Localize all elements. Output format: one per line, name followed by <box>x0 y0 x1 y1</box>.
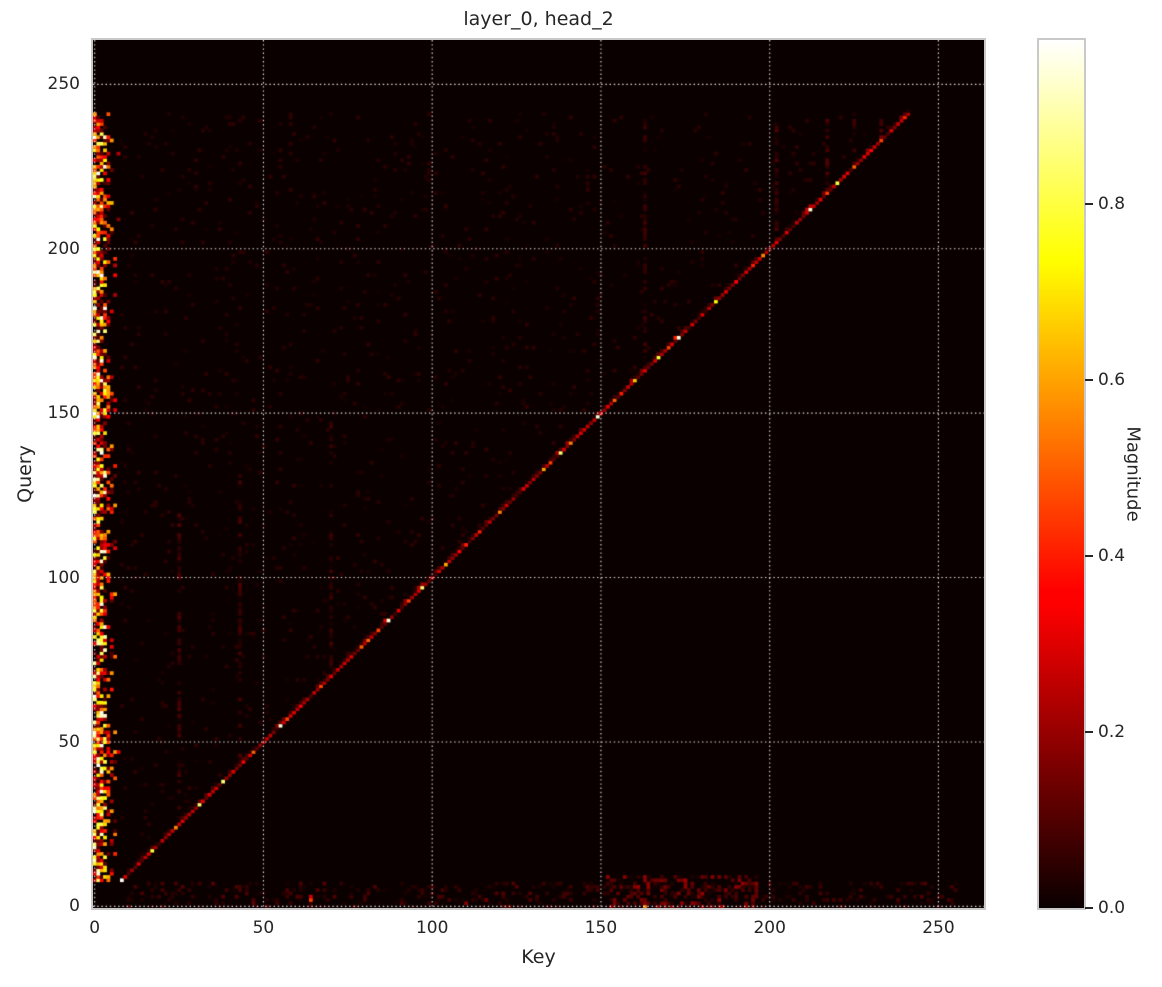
heatmap-canvas <box>91 38 986 910</box>
colorbar-tick-mark <box>1085 730 1093 733</box>
y-tick-label: 250 <box>47 74 80 95</box>
x-tick-label: 0 <box>89 918 101 938</box>
colorbar-tick-label: 0.6 <box>1098 369 1126 390</box>
x-tick-label: 150 <box>584 918 618 938</box>
colorbar-label: Magnitude <box>1122 426 1144 522</box>
x-axis-label: Key <box>521 946 556 968</box>
colorbar-tick-mark <box>1085 907 1093 909</box>
colorbar-tick-mark <box>1085 202 1093 205</box>
attention-heatmap-figure: layer_0, head_2 Key Query Magnitude 0 50 1… <box>0 0 1162 987</box>
x-tick-label: 200 <box>753 918 786 938</box>
colorbar-tick-mark <box>1085 554 1093 557</box>
x-tick-label: 100 <box>415 918 449 938</box>
x-tick-label: 50 <box>252 918 275 938</box>
colorbar-canvas <box>1037 38 1086 910</box>
y-tick-label: 200 <box>47 238 80 259</box>
y-axis-label: Query <box>14 445 36 503</box>
y-tick-label: 50 <box>58 731 80 752</box>
colorbar-tick-mark <box>1085 378 1093 381</box>
y-tick-label: 150 <box>47 403 80 424</box>
y-tick-label: 0 <box>69 896 80 917</box>
colorbar-tick-label: 0.4 <box>1098 545 1126 566</box>
plot-title: layer_0, head_2 <box>463 8 614 30</box>
colorbar-tick-label: 0.8 <box>1098 193 1126 214</box>
colorbar-tick-label: 0.2 <box>1098 721 1126 742</box>
x-tick-label: 250 <box>922 918 955 938</box>
y-tick-label: 100 <box>47 567 80 588</box>
colorbar-tick-label: 0.0 <box>1098 898 1126 918</box>
